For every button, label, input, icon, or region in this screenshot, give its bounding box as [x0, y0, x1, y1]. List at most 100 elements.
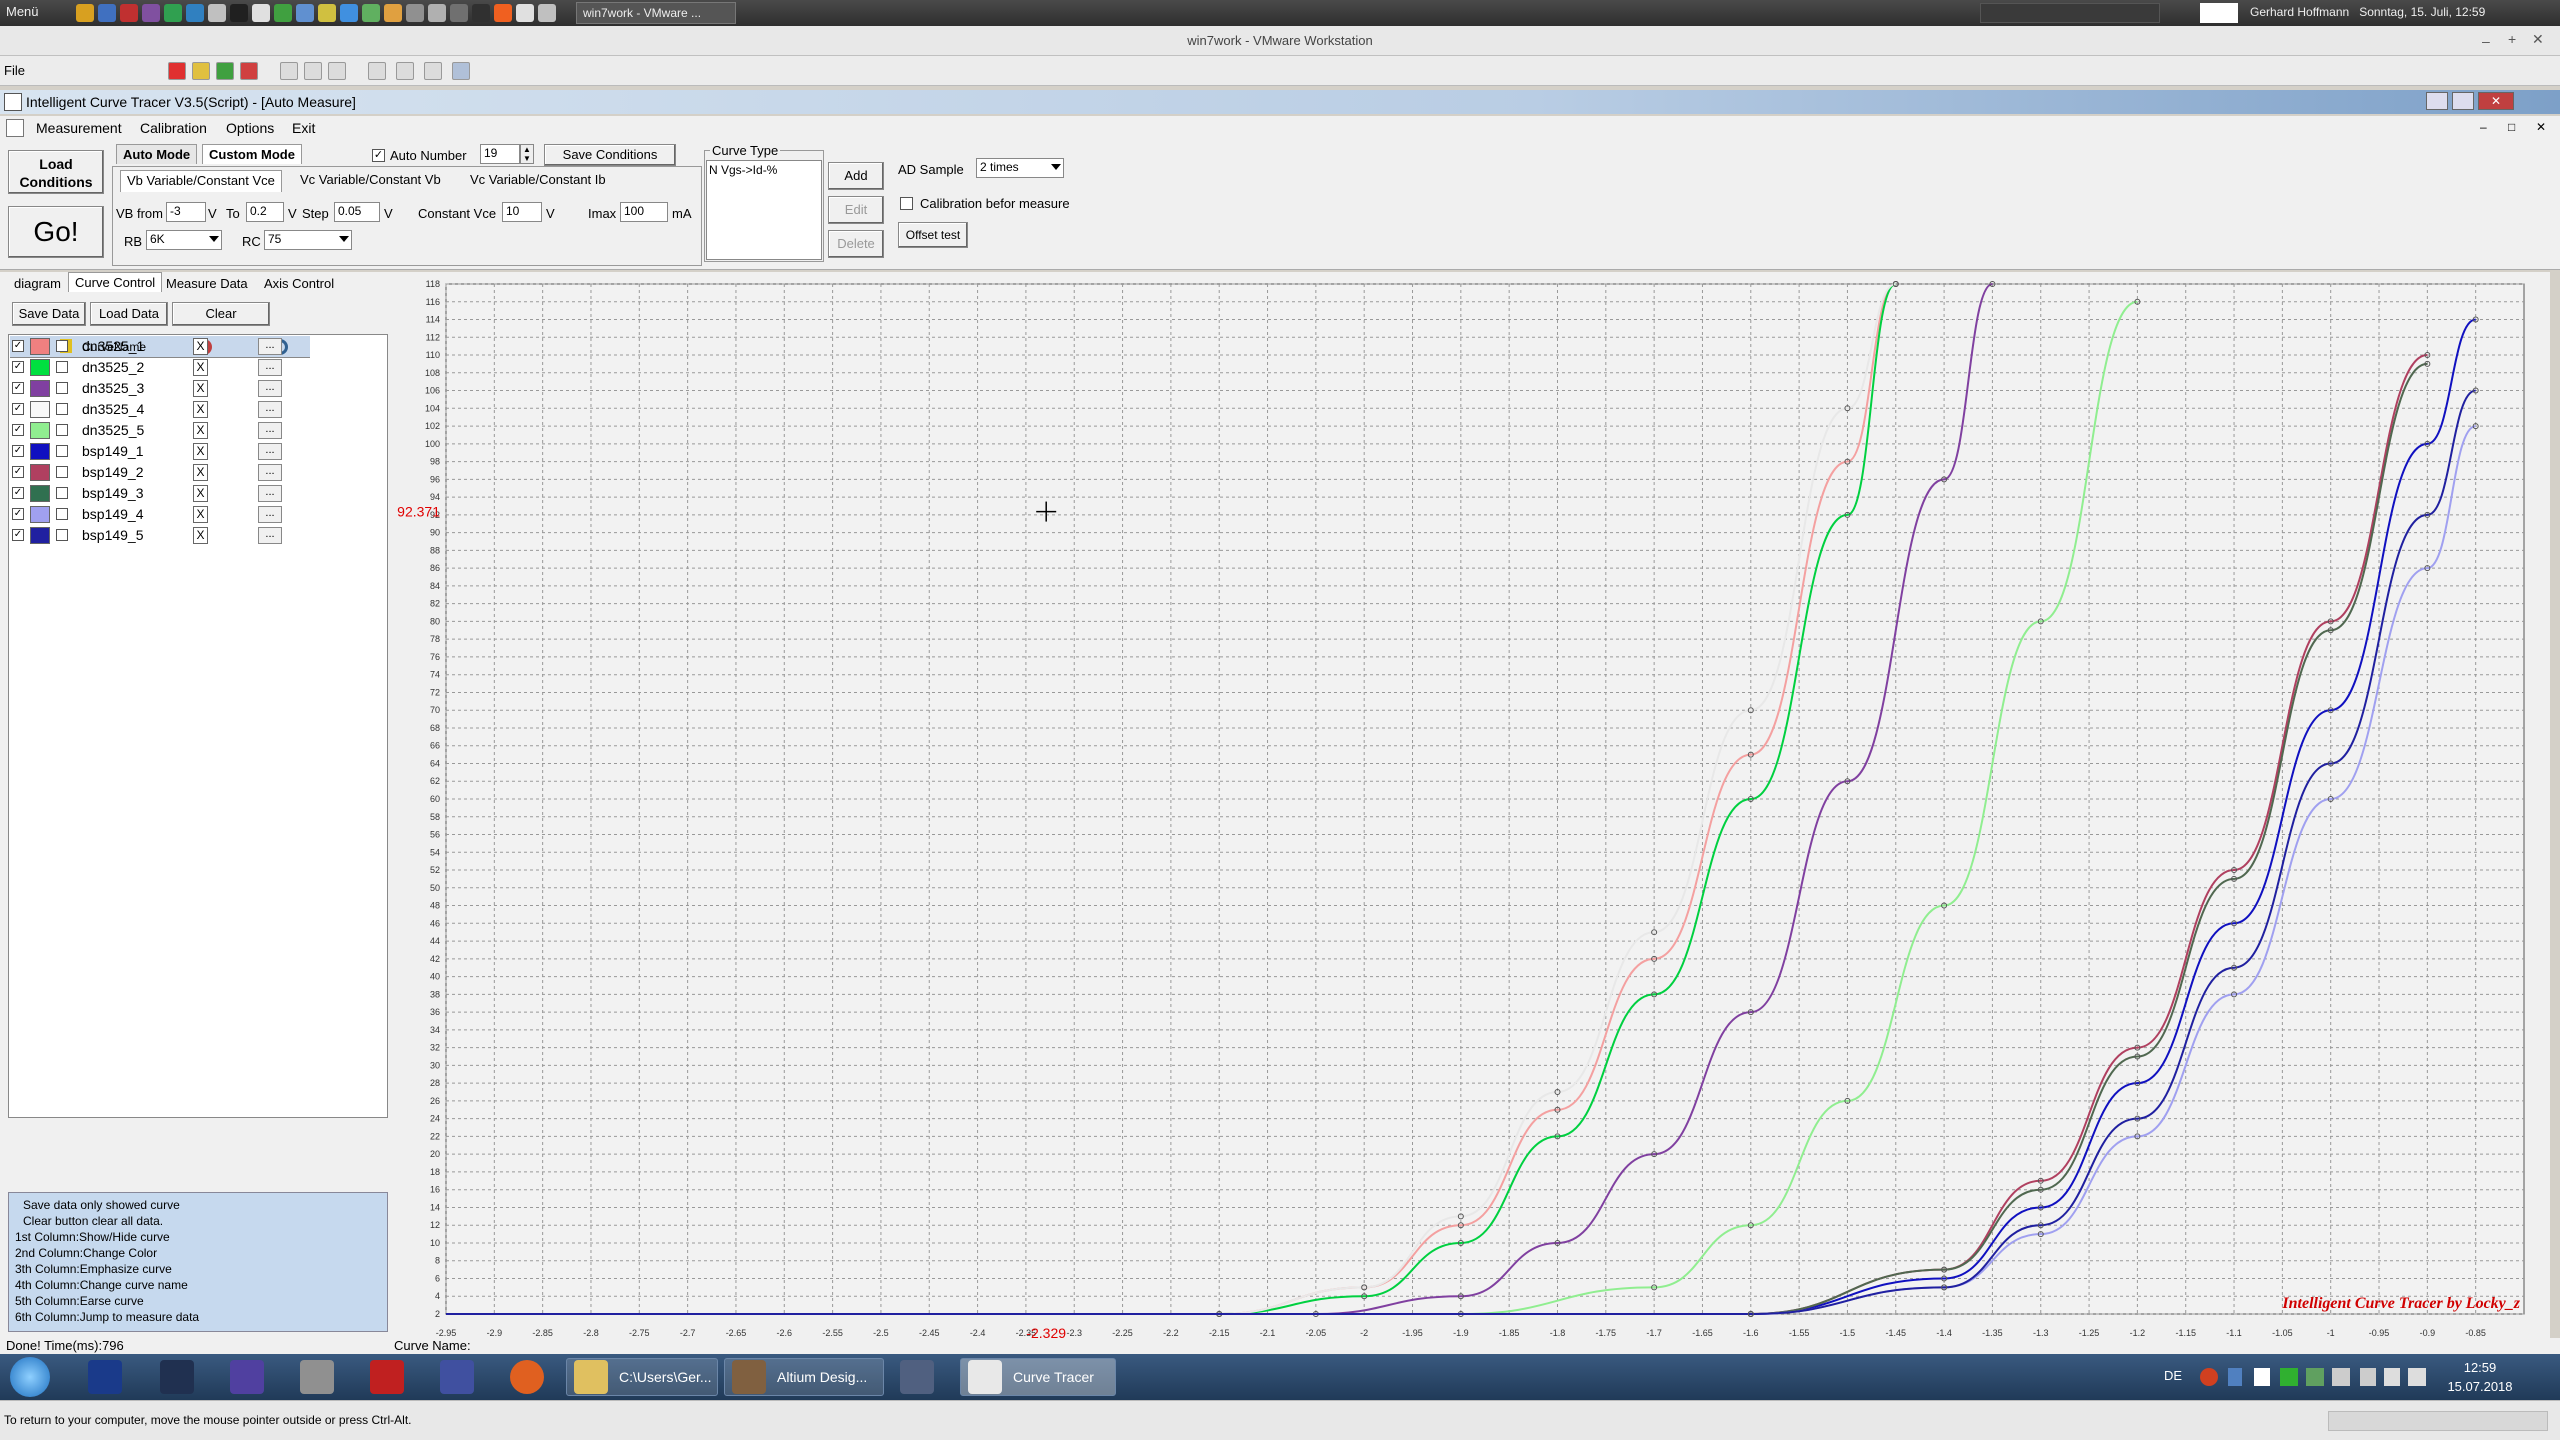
- snapshot-icon[interactable]: [280, 62, 298, 80]
- vb-from-input[interactable]: -3: [166, 202, 206, 222]
- thumbnail-icon[interactable]: [396, 62, 414, 80]
- add-button[interactable]: Add: [828, 162, 884, 190]
- show-curve-checkbox[interactable]: ✓: [12, 340, 24, 352]
- show-curve-checkbox[interactable]: ✓: [12, 466, 24, 478]
- curve-color-swatch[interactable]: [30, 443, 50, 460]
- curve-name[interactable]: bsp149_4: [82, 506, 144, 522]
- to-input[interactable]: 0.2: [246, 202, 284, 222]
- tab-auto-mode[interactable]: Auto Mode: [116, 144, 198, 164]
- launcher-icon[interactable]: [516, 4, 534, 22]
- curve-color-swatch[interactable]: [30, 506, 50, 523]
- erase-curve-button[interactable]: X: [193, 527, 208, 544]
- show-curve-checkbox[interactable]: ✓: [12, 529, 24, 541]
- launcher-icon[interactable]: [98, 4, 116, 22]
- show-curve-checkbox[interactable]: ✓: [12, 508, 24, 520]
- tray-icon[interactable]: [2306, 1368, 2324, 1386]
- app-close-icon[interactable]: ✕: [2478, 92, 2514, 110]
- bluetooth-icon[interactable]: [2228, 1368, 2242, 1386]
- tab-custom-mode[interactable]: Custom Mode: [202, 144, 302, 164]
- launcher-icon[interactable]: [296, 4, 314, 22]
- curve-name[interactable]: dn3525_2: [82, 359, 144, 375]
- offset-test-button[interactable]: Offset test: [898, 222, 968, 248]
- erase-curve-button[interactable]: X: [193, 443, 208, 460]
- curve-name[interactable]: dn3525_5: [82, 422, 144, 438]
- tab-measure-data[interactable]: Measure Data: [160, 274, 254, 293]
- emphasize-checkbox[interactable]: [56, 487, 68, 499]
- linux-menu-button[interactable]: Menü: [6, 4, 39, 19]
- launcher-icon[interactable]: [164, 4, 182, 22]
- emphasize-checkbox[interactable]: [56, 466, 68, 478]
- emphasize-checkbox[interactable]: [56, 361, 68, 373]
- ad-sample-select[interactable]: 2 times: [976, 158, 1064, 178]
- clock[interactable]: 12:59 15.07.2018: [2440, 1358, 2520, 1396]
- app-launcher-icon[interactable]: [230, 1360, 264, 1394]
- tab-curve-control[interactable]: Curve Control: [68, 272, 163, 292]
- power-off-icon[interactable]: [168, 62, 186, 80]
- jump-to-data-button[interactable]: ...: [258, 380, 282, 397]
- auto-number-checkbox[interactable]: ✓: [372, 149, 385, 162]
- workspace-active[interactable]: [2200, 3, 2238, 23]
- unity-icon[interactable]: [452, 62, 470, 80]
- jump-to-data-button[interactable]: ...: [258, 485, 282, 502]
- linux-task-vmware[interactable]: win7work - VMware ...: [576, 2, 736, 24]
- mdi-restore-icon[interactable]: □: [2508, 120, 2515, 134]
- snapshot-manager-icon[interactable]: [328, 62, 346, 80]
- emphasize-checkbox[interactable]: [56, 508, 68, 520]
- launcher-icon[interactable]: [538, 4, 556, 22]
- erase-curve-button[interactable]: X: [193, 338, 208, 355]
- emphasize-checkbox[interactable]: [56, 529, 68, 541]
- vmware-device-icons[interactable]: [2328, 1411, 2548, 1431]
- menu-options[interactable]: Options: [226, 120, 274, 136]
- flag-icon[interactable]: [2254, 1368, 2270, 1386]
- erase-curve-button[interactable]: X: [193, 359, 208, 376]
- fullscreen-icon[interactable]: [424, 62, 442, 80]
- erase-curve-button[interactable]: X: [193, 422, 208, 439]
- step-input[interactable]: 0.05: [334, 202, 380, 222]
- curve-color-swatch[interactable]: [30, 401, 50, 418]
- start-button[interactable]: [10, 1357, 50, 1397]
- curve-name[interactable]: dn3525_1: [82, 338, 144, 354]
- menu-exit[interactable]: Exit: [292, 120, 315, 136]
- curve-name[interactable]: bsp149_3: [82, 485, 144, 501]
- network-icon[interactable]: [2332, 1368, 2350, 1386]
- app-launcher-icon[interactable]: [900, 1360, 934, 1394]
- reset-icon[interactable]: [240, 62, 258, 80]
- erase-curve-button[interactable]: X: [193, 380, 208, 397]
- emphasize-checkbox[interactable]: [56, 424, 68, 436]
- launcher-icon[interactable]: [340, 4, 358, 22]
- app-minimize-icon[interactable]: [2426, 92, 2448, 110]
- emphasize-checkbox[interactable]: [56, 340, 68, 352]
- firefox-icon[interactable]: [510, 1360, 544, 1394]
- launcher-icon[interactable]: [406, 4, 424, 22]
- load-data-button[interactable]: Load Data: [90, 302, 168, 326]
- load-conditions-button[interactable]: Load Conditions: [8, 150, 104, 194]
- emphasize-checkbox[interactable]: [56, 445, 68, 457]
- jump-to-data-button[interactable]: ...: [258, 443, 282, 460]
- curve-plot[interactable]: -2.95 -2.9 -2.85 -2.8 -2.75 -2.7 -2.65 -2.6 -2.5…: [396, 276, 2536, 1338]
- curve-color-swatch[interactable]: [30, 359, 50, 376]
- firefox-icon[interactable]: [494, 4, 512, 22]
- app-launcher-icon[interactable]: [370, 1360, 404, 1394]
- auto-number-spinner[interactable]: ▲ ▼: [520, 144, 534, 164]
- app-launcher-icon[interactable]: [88, 1360, 122, 1394]
- curve-type-item[interactable]: N Vgs->Id-%: [709, 163, 777, 177]
- tray-icon[interactable]: [2280, 1368, 2298, 1386]
- user-name[interactable]: Gerhard Hoffmann: [2250, 5, 2349, 19]
- delete-button[interactable]: Delete: [828, 230, 884, 258]
- app-launcher-icon[interactable]: [160, 1360, 194, 1394]
- launcher-icon[interactable]: [120, 4, 138, 22]
- snapshot-revert-icon[interactable]: [304, 62, 322, 80]
- edit-button[interactable]: Edit: [828, 196, 884, 224]
- jump-to-data-button[interactable]: ...: [258, 422, 282, 439]
- curve-name[interactable]: bsp149_1: [82, 443, 144, 459]
- curve-name[interactable]: dn3525_4: [82, 401, 144, 417]
- curve-color-swatch[interactable]: [30, 485, 50, 502]
- tab-vb-variable[interactable]: Vb Variable/Constant Vce: [120, 170, 282, 192]
- launcher-icon[interactable]: [186, 4, 204, 22]
- power-icon[interactable]: [2360, 1368, 2376, 1386]
- erase-curve-button[interactable]: X: [193, 401, 208, 418]
- launcher-icon[interactable]: [450, 4, 468, 22]
- emphasize-checkbox[interactable]: [56, 382, 68, 394]
- rc-select[interactable]: 75: [264, 230, 352, 250]
- launcher-icon[interactable]: [142, 4, 160, 22]
